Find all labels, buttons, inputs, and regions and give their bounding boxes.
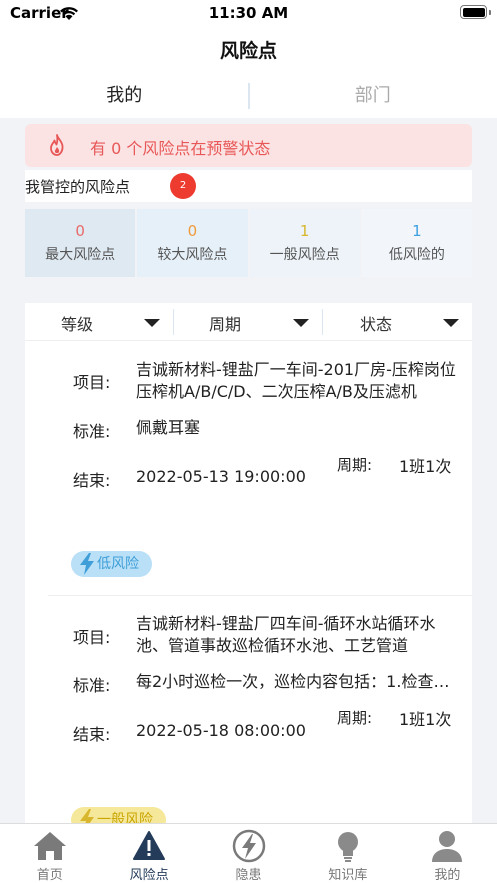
managed-risk-points: 我管控的风险点 2: [25, 170, 472, 202]
warning-alert[interactable]: 有 0 个风险点在预警状态: [25, 124, 472, 167]
risk-list: 等级 周期 状态 项目: 吉诚新材料-锂盐厂一车间-201厂房-压榨岗位压榨机A…: [25, 303, 472, 833]
project-label: 项目:: [73, 373, 111, 392]
segment-control: 我的 部门: [0, 74, 497, 118]
end-label: 结束:: [73, 471, 111, 490]
end-label: 结束:: [73, 725, 111, 744]
lightbulb-icon: [337, 832, 358, 862]
tab-label: 知识库: [328, 868, 368, 883]
lightning-icon: [80, 553, 94, 575]
segment-tab-mine[interactable]: 我的: [0, 74, 249, 118]
battery-icon: [460, 5, 487, 19]
stat-major[interactable]: 0 最大风险点: [25, 209, 136, 277]
end-value: 2022-05-18 08:00:00: [136, 721, 306, 740]
stat-value: 1: [412, 222, 422, 240]
stat-low[interactable]: 1 低风险的: [361, 209, 472, 277]
tab-bar: 首页 风险点 隐患 知识库 我的: [0, 823, 497, 883]
tab-home[interactable]: 首页: [0, 824, 99, 883]
end-value: 2022-05-13 19:00:00: [136, 467, 306, 486]
user-icon: [432, 831, 463, 862]
project-value: 吉诚新材料-锂盐厂一车间-201厂房-压榨岗位压榨机A/B/C/D、二次压榨A/…: [136, 360, 456, 401]
stat-label: 较大风险点: [157, 247, 228, 263]
project-label: 项目:: [73, 628, 111, 647]
filter-bar: 等级 周期 状态: [25, 303, 472, 341]
tab-knowledge[interactable]: 知识库: [298, 824, 397, 883]
filter-cycle[interactable]: 周期: [174, 303, 323, 340]
list-item[interactable]: 项目: 吉诚新材料-锂盐厂一车间-201厂房-压榨岗位压榨机A/B/C/D、二次…: [25, 359, 472, 605]
lightning-icon: [232, 829, 265, 863]
count-badge: 2: [170, 173, 196, 199]
list-item[interactable]: 项目: 吉诚新材料-锂盐厂四车间-循环水站循环水池、管道事故巡检循环水池、工艺管…: [25, 611, 472, 833]
chevron-down-icon: [293, 319, 309, 327]
project-value: 吉诚新材料-锂盐厂四车间-循环水站循环水池、管道事故巡检循环水池、工艺管道: [136, 614, 436, 655]
tab-risk-points[interactable]: 风险点: [99, 824, 198, 883]
standard-label: 标准:: [73, 422, 111, 441]
chevron-down-icon: [443, 319, 459, 327]
filter-label: 状态: [360, 315, 393, 334]
filter-divider: [322, 309, 323, 335]
status-bar: Carrier 11:30 AM: [0, 0, 497, 28]
filter-label: 周期: [209, 315, 242, 334]
page-title: 风险点: [219, 40, 277, 62]
divider: [48, 595, 472, 596]
stat-value: 0: [187, 222, 198, 240]
stat-label: 最大风险点: [45, 247, 116, 263]
stat-value: 0: [75, 222, 85, 240]
segment-tab-department[interactable]: 部门: [249, 74, 497, 118]
segment-divider: [248, 83, 250, 109]
stat-value: 1: [299, 222, 310, 240]
tab-label: 风险点: [129, 868, 169, 883]
tab-hazards[interactable]: 隐患: [199, 824, 298, 883]
home-icon: [33, 832, 66, 860]
filter-divider: [173, 309, 174, 335]
tab-label: 首页: [36, 868, 63, 883]
stat-label: 低风险的: [388, 247, 445, 263]
risk-stats: 0 最大风险点 0 较大风险点 1 一般风险点 1 低风险的: [25, 209, 472, 277]
chevron-down-icon: [144, 319, 160, 327]
filter-status[interactable]: 状态: [323, 303, 472, 340]
tab-label: 隐患: [235, 868, 262, 883]
standard-label: 标准:: [73, 676, 111, 695]
filter-level[interactable]: 等级: [25, 303, 174, 340]
stat-general[interactable]: 1 一般风险点: [249, 209, 360, 277]
standard-value: 佩戴耳塞: [136, 418, 201, 437]
risk-tag-label: 低风险: [97, 556, 139, 572]
alert-text: 有 0 个风险点在预警状态: [90, 139, 271, 158]
risk-tag: 低风险: [71, 551, 152, 577]
managed-label: 我管控的风险点: [25, 178, 131, 196]
battery-tip: [489, 10, 491, 15]
stat-label: 一般风险点: [269, 247, 340, 263]
stat-large[interactable]: 0 较大风险点: [137, 209, 248, 277]
filter-label: 等级: [61, 315, 94, 334]
nav-bar: 风险点: [0, 28, 497, 74]
clock: 11:30 AM: [208, 4, 289, 22]
tab-profile[interactable]: 我的: [398, 824, 497, 883]
tab-label: 我的: [434, 868, 461, 883]
warning-icon: [133, 831, 166, 860]
standard-value: 每2小时巡检一次，巡检内容包括：1.检查管道: [136, 672, 456, 691]
fire-icon: [50, 134, 64, 156]
